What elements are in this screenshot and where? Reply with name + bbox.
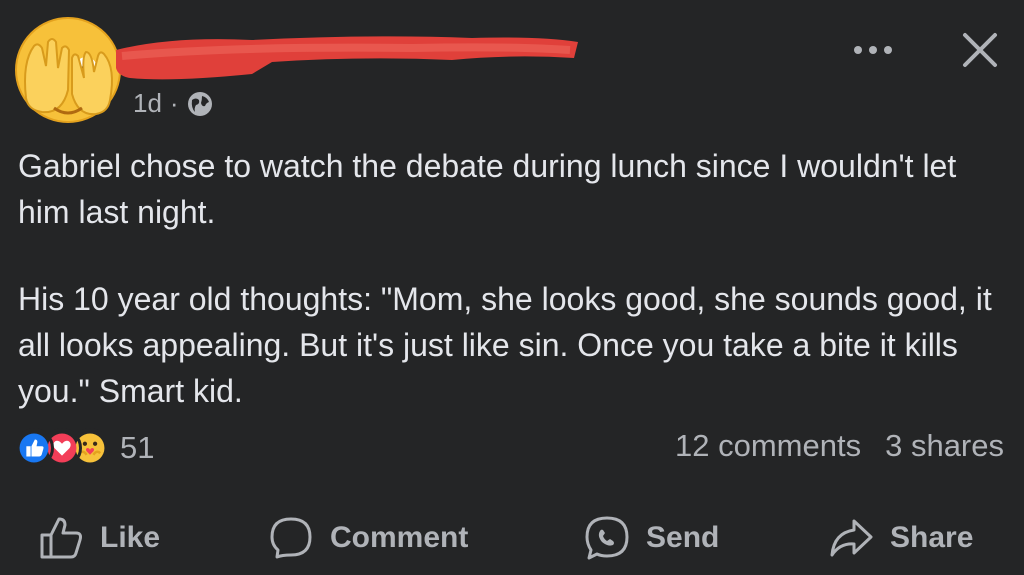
post-paragraph-1: Gabriel chose to watch the debate during… bbox=[18, 148, 957, 230]
share-button[interactable]: Share bbox=[828, 508, 973, 568]
reaction-summary[interactable]: 51 bbox=[14, 428, 154, 468]
close-icon[interactable] bbox=[960, 30, 1000, 70]
like-label: Like bbox=[100, 521, 161, 554]
reaction-count: 51 bbox=[120, 430, 155, 465]
messenger-icon bbox=[585, 516, 629, 560]
share-label: Share bbox=[890, 521, 974, 554]
post-meta: 1d · bbox=[133, 88, 213, 119]
send-label: Send bbox=[646, 521, 720, 554]
like-button[interactable]: Like bbox=[38, 508, 160, 568]
meta-separator: · bbox=[169, 88, 179, 118]
send-button[interactable]: Send bbox=[584, 508, 719, 568]
post-text: Gabriel chose to watch the debate during… bbox=[18, 143, 1008, 414]
post-time[interactable]: 1d bbox=[133, 88, 162, 119]
comment-bubble-icon bbox=[270, 517, 312, 559]
post-paragraph-2: His 10 year old thoughts: "Mom, she look… bbox=[18, 281, 992, 409]
share-arrow-icon bbox=[830, 519, 873, 557]
comments-count-link[interactable]: 12 comments bbox=[675, 428, 861, 464]
more-options-icon[interactable] bbox=[851, 38, 895, 62]
shares-count-link[interactable]: 3 shares bbox=[885, 428, 1004, 464]
avatar[interactable] bbox=[12, 12, 124, 128]
post-stats: 12 comments 3 shares bbox=[675, 428, 1004, 464]
like-icon bbox=[14, 428, 54, 468]
comment-button[interactable]: Comment bbox=[268, 508, 468, 568]
action-bar: Like Comment Send Share bbox=[0, 508, 1024, 568]
globe-icon bbox=[187, 91, 212, 116]
thumbs-up-icon bbox=[40, 517, 82, 559]
comment-label: Comment bbox=[330, 521, 469, 554]
redacted-name bbox=[116, 36, 578, 80]
